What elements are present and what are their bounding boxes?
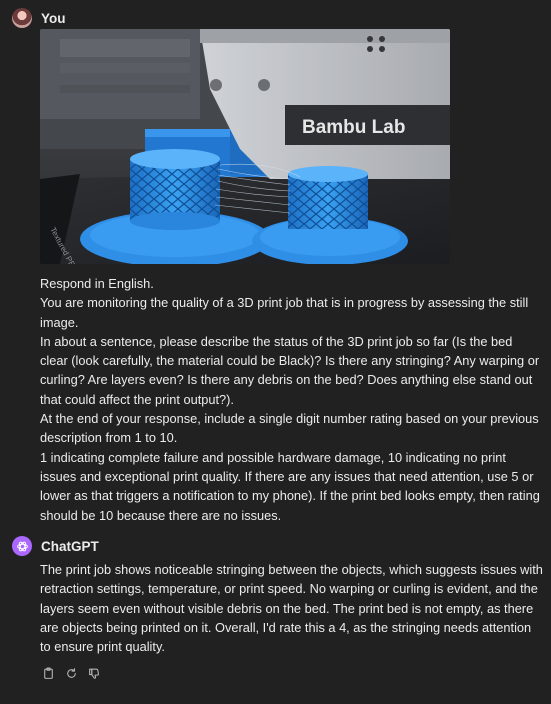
- chatgpt-logo-icon: [12, 536, 32, 556]
- message-actions: [41, 666, 543, 680]
- user-name: You: [41, 10, 66, 26]
- regenerate-icon: [66, 668, 76, 678]
- prompt-line: You are monitoring the quality of a 3D p…: [40, 295, 529, 330]
- user-message: You Bambu Lab Respond in English. You ar…: [12, 8, 543, 525]
- prompt-line: 1 indicating complete failure and possib…: [40, 449, 540, 523]
- assistant-message: ChatGPT The print job shows noticeable s…: [12, 536, 543, 680]
- thumbs-down-icon: [88, 668, 99, 679]
- user-prompt: Respond in English. You are monitoring t…: [40, 274, 543, 525]
- bambu-lab-logo: Bambu Lab: [302, 117, 405, 138]
- user-avatar[interactable]: [12, 8, 32, 28]
- thumbs-down-button[interactable]: [87, 666, 101, 680]
- regenerate-button[interactable]: [64, 666, 78, 680]
- print-job-photo[interactable]: Textured PEI Plate Bambu Lab: [40, 29, 450, 264]
- copy-button[interactable]: [41, 666, 55, 680]
- prompt-line: Respond in English.: [40, 276, 154, 291]
- print-scene: Textured PEI Plate Bambu Lab: [40, 29, 450, 264]
- assistant-response: The print job shows noticeable stringing…: [40, 562, 543, 655]
- prompt-line: At the end of your response, include a s…: [40, 411, 539, 446]
- assistant-name: ChatGPT: [41, 538, 99, 554]
- prompt-line: In about a sentence, please describe the…: [40, 333, 540, 407]
- clipboard-icon: [43, 667, 53, 679]
